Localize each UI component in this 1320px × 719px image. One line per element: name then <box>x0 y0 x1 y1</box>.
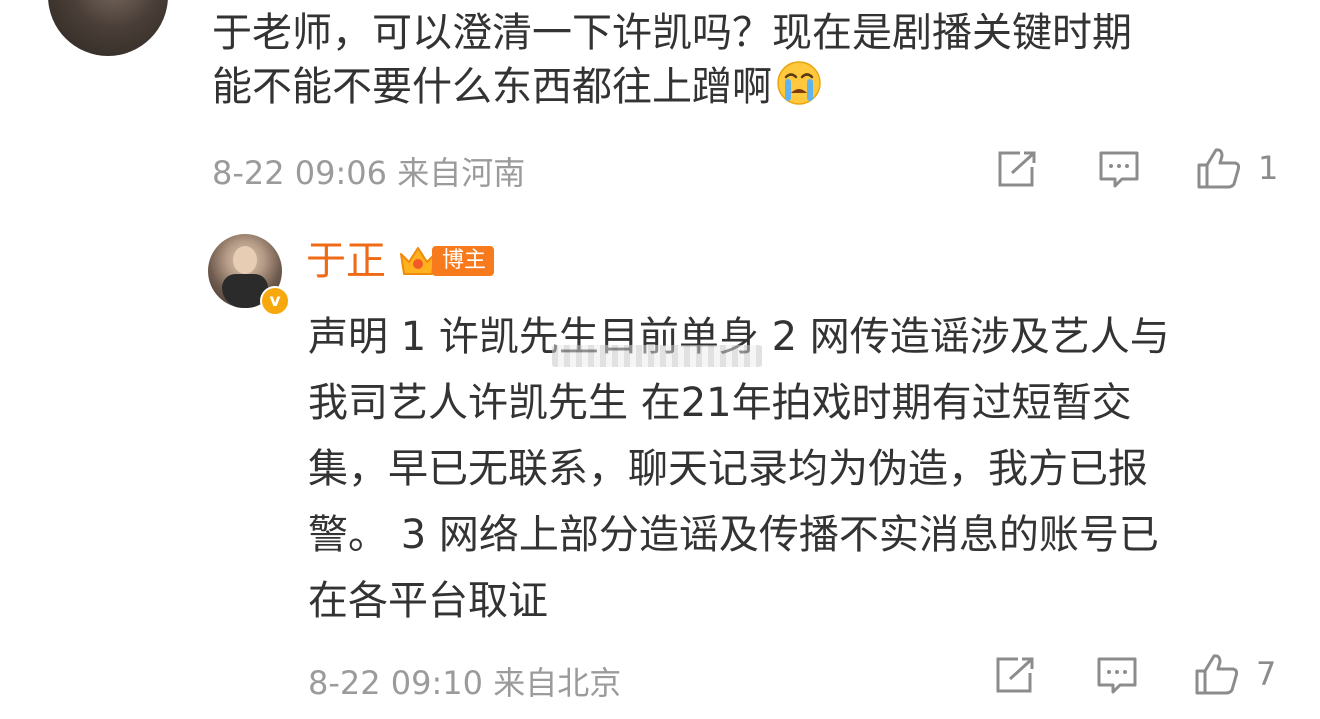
comment-icon <box>1097 657 1137 694</box>
commenter-avatar[interactable] <box>48 0 168 56</box>
reply-like-button[interactable]: 7 <box>1194 652 1276 696</box>
share-icon <box>996 657 1034 693</box>
reply-share-button[interactable] <box>994 656 1036 694</box>
host-badge-label: 博主 <box>432 246 495 276</box>
comment-location: 来自河南 <box>397 154 526 192</box>
like-button[interactable]: 1 <box>1196 146 1278 190</box>
avatar-face <box>233 246 257 274</box>
host-badge: 博主 <box>398 242 495 280</box>
verified-icon: v <box>260 286 290 316</box>
crying-face-icon <box>777 61 821 105</box>
share-button[interactable] <box>996 150 1038 188</box>
reply-text: 声明 1 许凯先生目前单身 2 网传造谣涉及艺人与 我司艺人许凯先生 在21年拍… <box>308 314 1170 624</box>
reply-location: 来自北京 <box>493 664 622 702</box>
comment-icon <box>1099 151 1139 188</box>
share-icon <box>998 151 1036 187</box>
comment-text: 于老师，可以澄清一下许凯吗？现在是剧播关键时期 能不能不要什么东西都往上蹭啊 <box>212 6 1292 114</box>
reply-comment-button[interactable] <box>1098 150 1140 190</box>
reply-like-count: 7 <box>1256 655 1277 693</box>
comment-time: 8-22 09:06 <box>212 154 388 192</box>
thumbs-up-icon <box>1195 654 1239 695</box>
like-count: 1 <box>1258 149 1279 187</box>
comment-meta: 8-22 09:06 来自河南 <box>212 148 525 194</box>
reply-time: 8-22 09:10 <box>308 664 484 702</box>
reply-comment-button-2[interactable] <box>1096 656 1138 696</box>
reply-meta: 8-22 09:10 来自北京 <box>308 658 621 704</box>
comment-body: 于老师，可以澄清一下许凯吗？现在是剧播关键时期 能不能不要什么东西都往上蹭啊 <box>212 10 1132 110</box>
reply-author-name[interactable]: 于正 <box>306 236 386 286</box>
thumbs-up-icon <box>1197 148 1241 189</box>
watermark-overlay <box>552 345 762 367</box>
